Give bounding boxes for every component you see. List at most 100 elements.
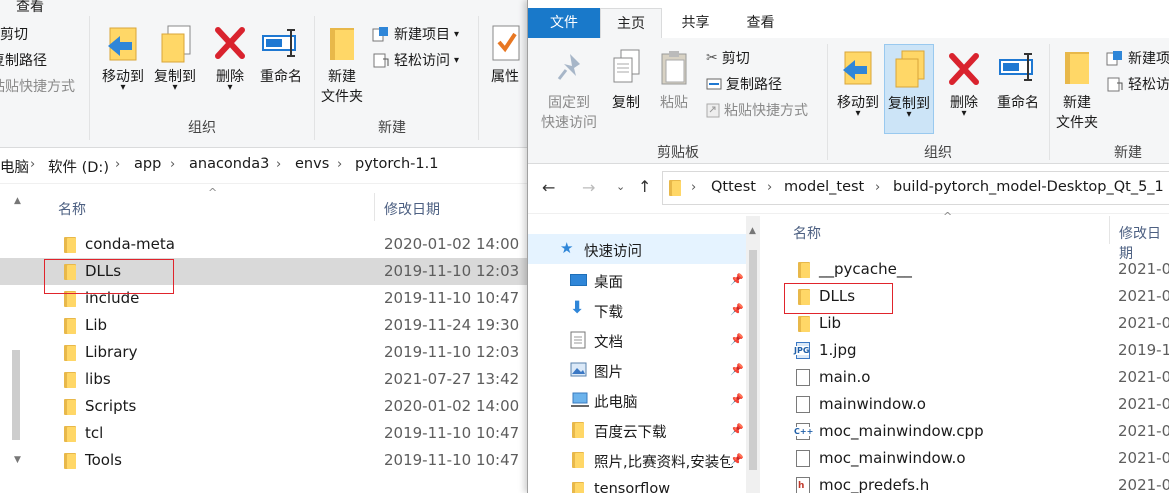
file-date: 2021-0	[1118, 476, 1169, 493]
paste-button[interactable]: 粘贴	[654, 46, 694, 136]
sort-ascending-icon[interactable]: ^	[943, 210, 952, 223]
table-row[interactable]: libs 2021-07-27 13:42	[0, 366, 527, 393]
tab-file[interactable]: 文件	[528, 8, 600, 38]
column-header-name[interactable]: 名称	[793, 223, 821, 243]
table-row[interactable]: Lib 2021-0	[760, 310, 1169, 337]
left-address-bar[interactable]: 电脑 › 软件 (D:) › app › anaconda3 › envs › …	[0, 148, 527, 184]
delete-button[interactable]: 删除 ▾	[208, 20, 252, 110]
chevron-right-icon[interactable]: ›	[691, 180, 696, 195]
chevron-down-icon[interactable]: ⌄	[616, 180, 625, 193]
tab-view[interactable]: 查看	[10, 0, 50, 22]
breadcrumb-item[interactable]: build-pytorch_model-Desktop_Qt_5_1	[893, 179, 1164, 195]
new-folder-button[interactable]: 新建 文件夹	[318, 20, 366, 110]
cut-button[interactable]: ✂ 剪切	[706, 48, 750, 68]
new-item-icon	[1106, 51, 1122, 66]
pin-icon: 📌	[730, 423, 744, 436]
chevron-right-icon[interactable]: ›	[767, 180, 772, 195]
nav-this-pc[interactable]: 此电脑 📌	[528, 385, 760, 415]
ribbon-tabs: 文件 主页 共享 查看	[528, 0, 1169, 38]
breadcrumb-item[interactable]: model_test	[784, 179, 864, 195]
highlight-box	[44, 259, 174, 294]
scroll-up-icon[interactable]: ▲	[749, 226, 756, 236]
nav-pictures[interactable]: 图片 📌	[528, 355, 760, 385]
up-arrow-icon[interactable]: ↑	[638, 177, 651, 196]
move-to-button[interactable]: 移动到 ▾	[97, 20, 149, 110]
rename-button[interactable]: 重命名	[990, 44, 1046, 134]
forward-arrow-icon[interactable]: →	[582, 178, 595, 197]
table-row[interactable]: __pycache__ 2021-0	[760, 256, 1169, 283]
nav-scrollbar[interactable]	[749, 250, 757, 470]
breadcrumb-item[interactable]: app	[134, 156, 161, 172]
breadcrumb-item[interactable]: 电脑	[0, 156, 29, 177]
new-folder-button[interactable]: 新建 文件夹	[1052, 44, 1102, 134]
table-row[interactable]: Tools 2019-11-10 10:47	[0, 447, 527, 474]
delete-button[interactable]: 删除 ▾	[942, 44, 986, 134]
file-name: 1.jpg	[819, 341, 857, 359]
copy-to-button[interactable]: 复制到 ▾	[150, 20, 200, 110]
pin-quick-access-button[interactable]: 固定到 快速访问	[536, 46, 602, 136]
tab-share[interactable]: 共享	[668, 8, 723, 38]
chevron-right-icon[interactable]: ›	[115, 157, 120, 172]
new-item-button[interactable]: 新建项目 ▾	[372, 24, 459, 44]
table-row[interactable]: C++ moc_mainwindow.cpp 2021-0	[760, 418, 1169, 445]
copy-path-button[interactable]: 复制路径	[706, 74, 782, 94]
column-divider[interactable]	[374, 193, 375, 221]
breadcrumb-item[interactable]: Qttest	[711, 179, 756, 195]
table-row[interactable]: Library 2019-11-10 12:03	[0, 339, 527, 366]
nav-quick-access[interactable]: ★ 快速访问	[528, 234, 760, 264]
breadcrumb-item[interactable]: pytorch-1.1	[355, 156, 438, 172]
back-arrow-icon[interactable]: ←	[542, 178, 555, 197]
chevron-right-icon[interactable]: ›	[875, 180, 880, 195]
breadcrumb-item[interactable]: anaconda3	[189, 156, 269, 172]
file-name: moc_predefs.h	[819, 476, 930, 493]
copy-button[interactable]: 复制	[606, 46, 646, 136]
table-row[interactable]: Scripts 2020-01-02 14:00	[0, 393, 527, 420]
table-row[interactable]: main.o 2021-0	[760, 364, 1169, 391]
tab-view[interactable]: 查看	[733, 8, 788, 38]
rename-button[interactable]: 重命名	[255, 20, 307, 110]
pin-icon: 📌	[730, 333, 744, 346]
chevron-right-icon[interactable]: ›	[170, 157, 175, 172]
document-icon	[570, 331, 586, 349]
move-to-button[interactable]: 移动到 ▾	[832, 44, 884, 134]
properties-button[interactable]: 属性	[483, 20, 527, 110]
chevron-right-icon[interactable]: ›	[30, 157, 35, 172]
file-name: moc_mainwindow.o	[819, 449, 966, 467]
paste-shortcut-button[interactable]: 粘贴快捷方式	[0, 76, 75, 96]
easy-access-button[interactable]: 轻松访问 ▾	[372, 50, 459, 70]
table-row[interactable]: tcl 2019-11-10 10:47	[0, 420, 527, 447]
nav-documents[interactable]: 文档 📌	[528, 325, 760, 355]
table-row[interactable]: Lib 2019-11-24 19:30	[0, 312, 527, 339]
nav-tensorflow[interactable]: tensorflow	[528, 475, 760, 493]
column-divider[interactable]	[1109, 216, 1110, 244]
pin-icon: 📌	[730, 363, 744, 376]
sort-ascending-icon[interactable]: ^	[208, 186, 217, 199]
nav-photos-folder[interactable]: 照片,比赛资料,安装包 📌	[528, 445, 760, 475]
column-header-date[interactable]: 修改日期	[384, 199, 440, 219]
table-row[interactable]: mainwindow.o 2021-0	[760, 391, 1169, 418]
file-icon	[796, 450, 810, 467]
scroll-up-icon[interactable]: ▲	[14, 196, 21, 206]
easy-access-icon	[1107, 77, 1123, 92]
breadcrumb-item[interactable]: 软件 (D:)	[48, 156, 109, 177]
table-row[interactable]: moc_mainwindow.o 2021-0	[760, 445, 1169, 472]
chevron-right-icon[interactable]: ›	[276, 157, 281, 172]
paste-shortcut-button[interactable]: 粘贴快捷方式	[706, 100, 808, 120]
easy-access-button[interactable]: 轻松访	[1106, 74, 1169, 94]
table-row[interactable]: h moc_predefs.h 2021-0	[760, 472, 1169, 493]
move-to-icon	[108, 27, 137, 61]
tab-home[interactable]: 主页	[600, 8, 662, 38]
cut-button[interactable]: 剪切	[0, 24, 28, 44]
table-row[interactable]: JPG 1.jpg 2019-1	[760, 337, 1169, 364]
nav-desktop[interactable]: 桌面 📌	[528, 265, 760, 295]
table-row[interactable]: conda-meta 2020-01-02 14:00	[0, 231, 527, 258]
copy-to-button[interactable]: 复制到 ▾	[884, 44, 934, 134]
new-item-button[interactable]: 新建项	[1106, 48, 1169, 68]
copy-path-button[interactable]: 复制路径	[0, 50, 47, 70]
breadcrumb-item[interactable]: envs	[295, 156, 329, 172]
nav-baidu-download[interactable]: 百度云下载 📌	[528, 415, 760, 445]
nav-downloads[interactable]: ⬇ 下载 📌	[528, 295, 760, 325]
address-input[interactable]: › Qttest › model_test › build-pytorch_mo…	[662, 171, 1169, 205]
column-header-name[interactable]: 名称	[58, 199, 86, 219]
chevron-right-icon[interactable]: ›	[337, 157, 342, 172]
